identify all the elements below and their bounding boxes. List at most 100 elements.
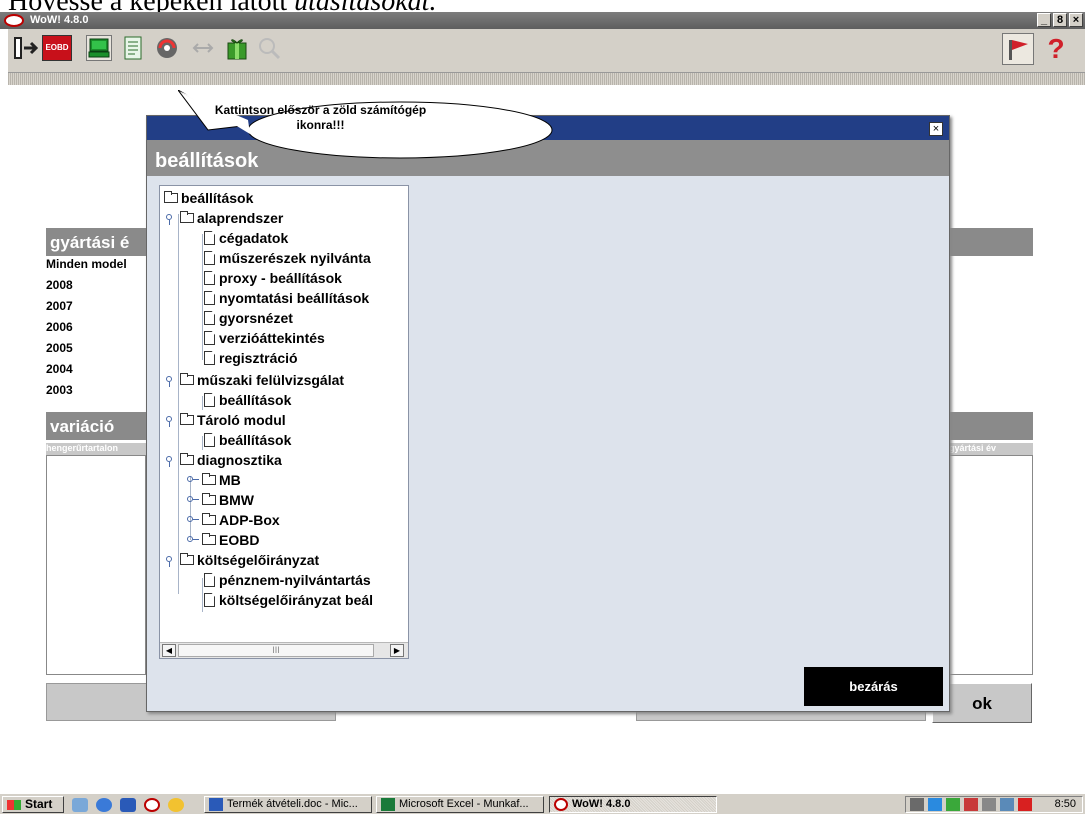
start-button[interactable]: Start <box>2 796 64 813</box>
taskbar-wow[interactable]: WoW! 4.8.0 <box>549 796 717 813</box>
tree-leaf-label: gyorsnézet <box>219 310 293 326</box>
gift-button[interactable] <box>224 35 250 61</box>
year-item[interactable]: 2007 <box>46 299 127 320</box>
wow-quicklaunch-icon[interactable] <box>144 798 160 812</box>
tree-group-label: költségelőirányzat <box>197 552 320 568</box>
collapse-handle-icon[interactable] <box>187 536 199 542</box>
tree-line <box>202 234 203 360</box>
back-button[interactable] <box>190 35 216 61</box>
tray-security-icon[interactable] <box>964 798 978 811</box>
exit-button[interactable] <box>12 35 39 61</box>
tree-leaf[interactable]: beállítások <box>204 390 291 410</box>
flag-button[interactable] <box>1002 33 1034 65</box>
expand-handle-icon[interactable] <box>166 456 172 467</box>
tree-leaf[interactable]: nyomtatási beállítások <box>204 288 369 308</box>
tree-line <box>202 436 203 450</box>
tree-leaf[interactable]: gyorsnézet <box>204 308 293 328</box>
word-icon[interactable] <box>120 798 136 812</box>
callout-line-1: Kattintson először a zöld számítógép <box>214 103 427 117</box>
tree-folder-eobd[interactable]: EOBD <box>202 530 259 550</box>
year-item[interactable]: 2008 <box>46 278 127 299</box>
tree-group-tarolo[interactable]: Tároló modul <box>180 410 286 430</box>
exit-door-icon <box>14 37 39 59</box>
expand-handle-icon[interactable] <box>166 416 172 427</box>
tree-group-muszaki[interactable]: műszaki felülvizsgálat <box>180 370 344 390</box>
variation-right-header <box>945 412 1033 440</box>
year-item[interactable]: 2004 <box>46 362 127 383</box>
window-close-button[interactable]: × <box>1069 13 1083 27</box>
collapse-handle-icon[interactable] <box>187 516 199 522</box>
media-player-icon[interactable] <box>168 798 184 812</box>
file-icon <box>204 231 215 245</box>
year-list: Minden model 2008 2007 2006 2005 2004 20… <box>46 257 127 404</box>
variation-list-right[interactable] <box>945 455 1033 675</box>
expand-handle-icon[interactable] <box>166 376 172 387</box>
year-item[interactable]: 2003 <box>46 383 127 404</box>
tree-leaf[interactable]: pénznem-nyilvántartás <box>204 570 371 590</box>
dialog-close-icon[interactable]: × <box>929 122 943 136</box>
tree-folder-adp-box[interactable]: ADP-Box <box>202 510 280 530</box>
network-icon[interactable] <box>72 798 88 812</box>
folder-icon <box>202 473 216 485</box>
green-computer-icon <box>88 38 110 58</box>
folder-icon <box>180 211 194 223</box>
task-label: WoW! 4.8.0 <box>572 798 631 810</box>
expand-handle-icon[interactable] <box>166 556 172 567</box>
file-icon <box>204 331 215 345</box>
year-item[interactable]: 2005 <box>46 341 127 362</box>
collapse-handle-icon[interactable] <box>187 476 199 482</box>
tree-leaf[interactable]: proxy - beállítások <box>204 268 342 288</box>
tray-app-icon[interactable] <box>928 798 942 811</box>
scroll-left-arrow-icon[interactable]: ◀ <box>162 644 176 657</box>
tray-sync-icon[interactable] <box>982 798 996 811</box>
browser-icon[interactable] <box>96 798 112 812</box>
folder-icon <box>180 373 194 385</box>
settings-computer-button[interactable] <box>86 35 112 61</box>
tree-group-alaprendszer[interactable]: alaprendszer <box>180 208 283 228</box>
settings-tree[interactable]: beállítások alaprendszer cégadatok műsze… <box>159 185 409 659</box>
tree-folder-label: EOBD <box>219 532 260 548</box>
search-button[interactable] <box>256 35 282 61</box>
variation-column-header: hengerűrtartalon <box>46 443 146 455</box>
volume-icon[interactable] <box>910 798 924 811</box>
folder-icon <box>202 493 216 505</box>
system-tray: 8:50 <box>905 796 1083 813</box>
scroll-right-arrow-icon[interactable]: ▶ <box>390 644 404 657</box>
tree-leaf[interactable]: cégadatok <box>204 228 288 248</box>
variation-list-left[interactable] <box>46 455 146 675</box>
taskbar-excel[interactable]: Microsoft Excel - Munkaf... <box>376 796 544 813</box>
scroll-thumb[interactable]: III <box>178 644 374 657</box>
tree-leaf[interactable]: regisztráció <box>204 348 298 368</box>
help-button[interactable]: ? <box>1040 33 1072 65</box>
close-dialog-button[interactable]: bezárás <box>804 667 943 706</box>
tree-leaf[interactable]: verzióáttekintés <box>204 328 325 348</box>
tree-leaf[interactable]: beállítások <box>204 430 291 450</box>
year-item[interactable]: Minden model <box>46 257 127 278</box>
tree-group-koltseg[interactable]: költségelőirányzat <box>180 550 319 570</box>
folder-icon <box>180 553 194 565</box>
expand-handle-icon[interactable] <box>166 214 172 225</box>
notes-button[interactable] <box>120 35 146 61</box>
tree-folder-mb[interactable]: MB <box>202 470 241 490</box>
file-icon <box>204 593 215 607</box>
collapse-handle-icon[interactable] <box>187 496 199 502</box>
tree-group-label: diagnosztika <box>197 452 282 468</box>
taskbar-word-document[interactable]: Termék átvételi.doc - Mic... <box>204 796 372 813</box>
tray-usb-icon[interactable] <box>1000 798 1014 811</box>
tree-root[interactable]: beállítások <box>164 188 253 208</box>
tree-horizontal-scrollbar[interactable]: ◀ III ▶ <box>160 642 408 658</box>
tree-leaf[interactable]: műszerészek nyilvánta <box>204 248 371 268</box>
tray-pdf-icon[interactable] <box>1018 798 1032 811</box>
minimize-button[interactable]: _ <box>1037 13 1051 27</box>
year-item[interactable]: 2006 <box>46 320 127 341</box>
tray-network-icon[interactable] <box>946 798 960 811</box>
tree-group-diagnosztika[interactable]: diagnosztika <box>180 450 282 470</box>
tree-folder-bmw[interactable]: BMW <box>202 490 254 510</box>
tree-line <box>202 396 203 410</box>
tree-leaf[interactable]: költségelőirányzat beál <box>204 590 373 610</box>
update-icon <box>157 38 177 58</box>
folder-icon <box>180 453 194 465</box>
restore-button[interactable]: 8 <box>1053 13 1067 27</box>
eobd-button[interactable]: EOBD <box>42 35 72 61</box>
update-button[interactable] <box>154 35 180 61</box>
